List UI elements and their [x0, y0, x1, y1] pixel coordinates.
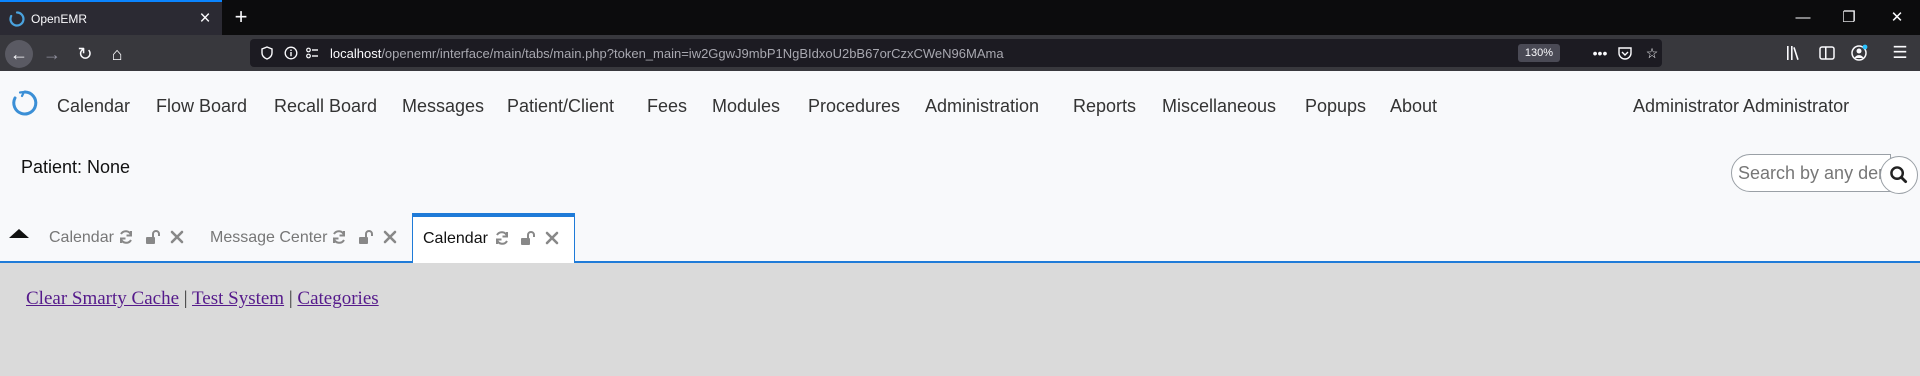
account-icon[interactable]	[1850, 44, 1868, 62]
hamburger-menu-icon[interactable]: ☰	[1890, 43, 1910, 63]
url-text[interactable]: localhost/openemr/interface/main/tabs/ma…	[330, 46, 1004, 61]
browser-nav-bar: ← → ↻ ⌂ localhost/openemr/interface/main…	[0, 35, 1920, 71]
menu-reports[interactable]: Reports	[1073, 96, 1136, 117]
menu-procedures[interactable]: Procedures	[808, 96, 900, 117]
tab-message-center[interactable]: Message Center	[201, 213, 401, 263]
restore-icon[interactable]: ❐	[1826, 0, 1872, 35]
tab-calendar[interactable]: Calendar	[40, 213, 190, 263]
browser-tab[interactable]: OpenEMR ×	[0, 0, 222, 35]
menu-modules[interactable]: Modules	[712, 96, 780, 117]
bookmark-star-icon[interactable]: ☆	[1642, 43, 1662, 63]
menu-miscellaneous[interactable]: Miscellaneous	[1162, 96, 1276, 117]
browser-tab-strip: OpenEMR × + — ❐ ✕	[0, 0, 1920, 35]
info-icon[interactable]	[284, 46, 298, 60]
openemr-app: Calendar Flow Board Recall Board Message…	[0, 71, 1920, 376]
patient-bar	[0, 141, 1920, 213]
close-icon[interactable]	[169, 229, 185, 245]
menu-administration[interactable]: Administration	[925, 96, 1039, 117]
link-separator: |	[183, 288, 188, 309]
new-tab-button[interactable]: +	[229, 5, 253, 29]
menu-flow-board[interactable]: Flow Board	[156, 96, 247, 117]
unlock-icon[interactable]	[357, 229, 373, 245]
menu-recall-board[interactable]: Recall Board	[274, 96, 377, 117]
zoom-level[interactable]: 130%	[1518, 44, 1560, 62]
menu-calendar[interactable]: Calendar	[57, 96, 130, 117]
close-tab-icon[interactable]: ×	[194, 8, 216, 30]
search-icon[interactable]	[1880, 156, 1918, 194]
user-menu[interactable]: Administrator Administrator	[1633, 96, 1849, 117]
browser-tab-title: OpenEMR	[31, 12, 88, 26]
menu-patient-client[interactable]: Patient/Client	[507, 96, 614, 117]
url-path: /openemr/interface/main/tabs/main.php?to…	[381, 46, 1004, 61]
tab-label: Calendar	[49, 229, 114, 246]
close-icon[interactable]	[382, 229, 398, 245]
openemr-favicon-icon	[9, 11, 25, 27]
menu-about[interactable]: About	[1390, 96, 1437, 117]
back-icon[interactable]: ←	[5, 40, 33, 68]
pocket-icon[interactable]	[1617, 45, 1633, 61]
unlock-icon[interactable]	[519, 230, 535, 246]
refresh-icon[interactable]	[494, 230, 510, 246]
link-separator: |	[288, 288, 293, 309]
minimize-icon[interactable]: —	[1780, 0, 1826, 35]
window-close-icon[interactable]: ✕	[1874, 0, 1920, 35]
url-host: localhost	[330, 46, 382, 61]
menu-popups[interactable]: Popups	[1305, 96, 1366, 117]
refresh-icon[interactable]	[331, 229, 347, 245]
close-icon[interactable]	[544, 230, 560, 246]
collapse-header-icon[interactable]	[8, 225, 30, 243]
app-tabs-row: Calendar Message Center Calendar	[0, 213, 1920, 265]
openemr-logo-icon[interactable]	[11, 89, 39, 117]
tab-label: Message Center	[210, 229, 328, 246]
shield-icon[interactable]	[260, 46, 274, 60]
tab-calendar-active[interactable]: Calendar	[412, 213, 575, 265]
url-bar[interactable]: localhost/openemr/interface/main/tabs/ma…	[250, 39, 1662, 67]
test-system-link[interactable]: Test System	[192, 288, 284, 309]
patient-label: Patient: None	[21, 157, 131, 177]
home-icon[interactable]: ⌂	[103, 40, 131, 68]
forward-icon[interactable]: →	[38, 40, 66, 68]
menu-messages[interactable]: Messages	[402, 96, 484, 117]
categories-link[interactable]: Categories	[297, 288, 378, 309]
reload-icon[interactable]: ↻	[71, 40, 99, 68]
tab-label: Calendar	[423, 230, 488, 247]
unlock-icon[interactable]	[144, 229, 160, 245]
tab-content: Clear Smarty Cache | Test System | Categ…	[0, 263, 1920, 376]
admin-links: Clear Smarty Cache | Test System | Categ…	[26, 288, 379, 310]
patient-search-input[interactable]: Search by any demographics	[1731, 154, 1891, 192]
sidebar-icon[interactable]	[1818, 44, 1836, 62]
clear-smarty-cache-link[interactable]: Clear Smarty Cache	[26, 288, 179, 309]
library-icon[interactable]	[1785, 44, 1803, 62]
permissions-icon[interactable]	[305, 46, 319, 60]
menu-fees[interactable]: Fees	[647, 96, 687, 117]
refresh-icon[interactable]	[118, 229, 134, 245]
page-actions-icon[interactable]: •••	[1590, 43, 1610, 63]
main-menu-bar: Calendar Flow Board Recall Board Message…	[0, 71, 1920, 141]
